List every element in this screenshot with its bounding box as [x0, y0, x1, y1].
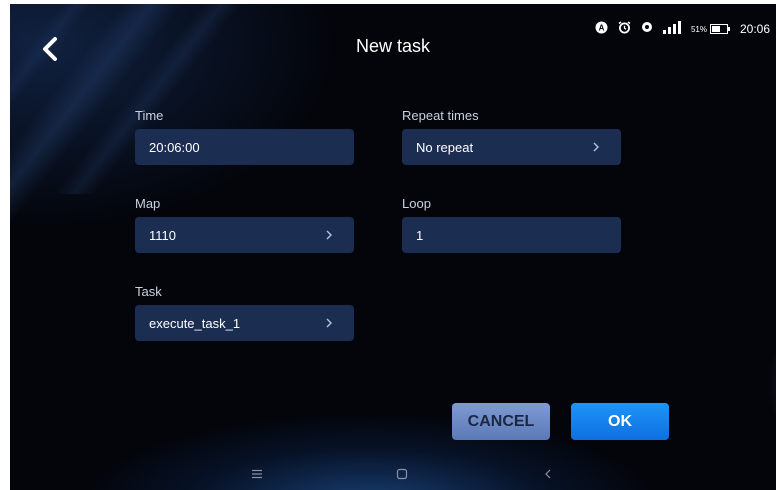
time-value: 20:06:00	[149, 139, 200, 155]
page-title: New task	[355, 36, 431, 56]
map-select[interactable]: 1110	[135, 217, 354, 253]
repeat-times-select[interactable]: No repeat	[402, 129, 621, 165]
task-label: Task	[135, 284, 162, 299]
battery-icon	[709, 24, 730, 34]
menu-icon[interactable]	[250, 467, 264, 481]
status-time: 20:06	[739, 22, 770, 36]
ok-button[interactable]: OK	[571, 403, 669, 440]
task-select[interactable]: execute_task_1	[135, 305, 354, 341]
map-label: Map	[135, 196, 161, 211]
battery-indicator: 51%	[691, 24, 730, 34]
signal-icon	[662, 21, 681, 37]
time-field[interactable]: 20:06:00	[135, 129, 354, 165]
chevron-right-icon	[326, 230, 332, 240]
navigation-bar	[10, 458, 776, 490]
chevron-right-icon	[326, 318, 332, 328]
time-label: Time	[135, 108, 164, 123]
chevron-right-icon	[593, 142, 599, 152]
loop-value: 1	[416, 227, 424, 243]
map-value: 1110	[149, 227, 176, 243]
back-icon[interactable]	[541, 467, 555, 481]
a-circle-icon: A	[595, 21, 608, 37]
alarm-icon	[618, 21, 631, 37]
task-value: execute_task_1	[149, 315, 241, 331]
loop-field[interactable]: 1	[402, 217, 621, 253]
location-icon	[641, 21, 653, 37]
home-icon[interactable]	[395, 467, 409, 481]
cancel-button[interactable]: CANCEL	[452, 403, 550, 440]
svg-text:A: A	[599, 24, 605, 33]
loop-label: Loop	[402, 196, 431, 211]
repeat-times-value: No repeat	[416, 139, 474, 155]
repeat-times-label: Repeat times	[402, 108, 479, 123]
screen: New task A 51% 20:06 Time 20:06:00 Repea…	[10, 4, 776, 490]
battery-percent: 51%	[690, 24, 707, 34]
status-bar: A 51% 20:06	[595, 21, 770, 37]
